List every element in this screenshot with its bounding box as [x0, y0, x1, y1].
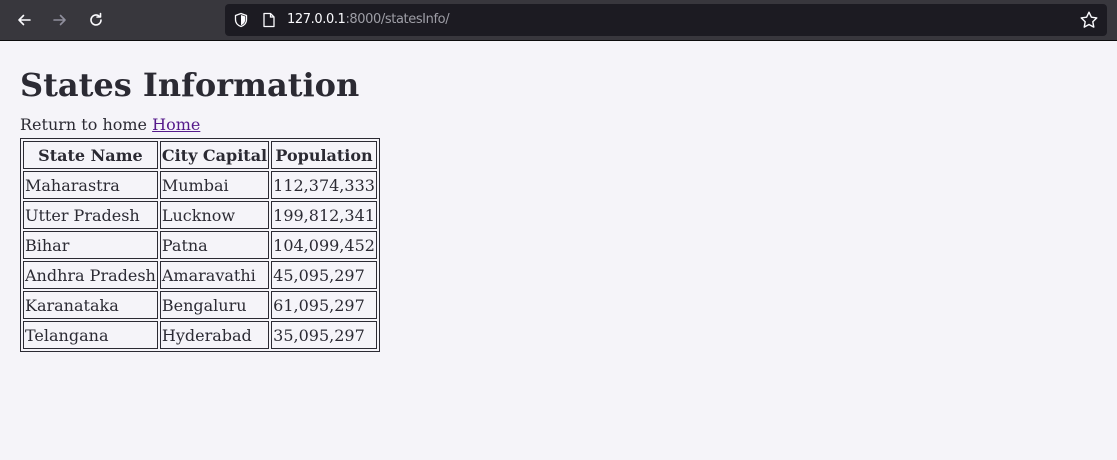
back-button[interactable] — [10, 6, 38, 34]
reload-button[interactable] — [82, 6, 110, 34]
reload-icon — [90, 12, 102, 26]
table-row: Andhra Pradesh Amaravathi 45,095,297 — [23, 261, 377, 289]
cell-capital: Lucknow — [159, 201, 270, 229]
url-path: :8000/statesInfo/ — [345, 12, 450, 27]
states-table: State Name City Capital Population Mahar… — [20, 138, 380, 352]
cell-state: Karanataka — [23, 291, 158, 319]
cell-capital: Hyderabad — [159, 321, 270, 349]
home-link[interactable]: Home — [152, 115, 200, 134]
header-population: Population — [271, 141, 377, 169]
cell-capital: Amaravathi — [159, 261, 270, 289]
table-row: Telangana Hyderabad 35,095,297 — [23, 321, 377, 349]
cell-state: Telangana — [23, 321, 158, 349]
address-bar[interactable]: 127.0.0.1:8000/statesInfo/ — [225, 4, 1107, 36]
shield-icon[interactable] — [233, 12, 249, 28]
cell-population: 61,095,297 — [271, 291, 377, 319]
arrow-right-icon — [53, 14, 66, 26]
table-row: Karanataka Bengaluru 61,095,297 — [23, 291, 377, 319]
cell-state: Andhra Pradesh — [23, 261, 158, 289]
cell-capital: Bengaluru — [159, 291, 270, 319]
page-title: States Information — [20, 66, 360, 104]
home-line: Return to home Home — [20, 115, 200, 134]
cell-population: 199,812,341 — [271, 201, 377, 229]
url-host: 127.0.0.1 — [287, 12, 346, 27]
header-city-capital: City Capital — [159, 141, 270, 169]
cell-population: 112,374,333 — [271, 171, 377, 199]
cell-capital: Patna — [159, 231, 270, 259]
cell-population: 45,095,297 — [271, 261, 377, 289]
page-icon[interactable] — [262, 12, 276, 28]
star-icon[interactable] — [1079, 10, 1099, 30]
cell-population: 35,095,297 — [271, 321, 377, 349]
cell-capital: Mumbai — [159, 171, 270, 199]
cell-population: 104,099,452 — [271, 231, 377, 259]
forward-button[interactable] — [46, 6, 74, 34]
home-prefix: Return to home — [20, 115, 148, 134]
cell-state: Utter Pradesh — [23, 201, 158, 229]
cell-state: Bihar — [23, 231, 158, 259]
table-row: Utter Pradesh Lucknow 199,812,341 — [23, 201, 377, 229]
cell-state: Maharastra — [23, 171, 158, 199]
table-header-row: State Name City Capital Population — [23, 141, 377, 169]
header-state-name: State Name — [23, 141, 158, 169]
table-row: Bihar Patna 104,099,452 — [23, 231, 377, 259]
arrow-left-icon — [18, 14, 31, 26]
browser-toolbar: 127.0.0.1:8000/statesInfo/ — [0, 0, 1117, 41]
url-text[interactable]: 127.0.0.1:8000/statesInfo/ — [287, 12, 450, 27]
table-row: Maharastra Mumbai 112,374,333 — [23, 171, 377, 199]
